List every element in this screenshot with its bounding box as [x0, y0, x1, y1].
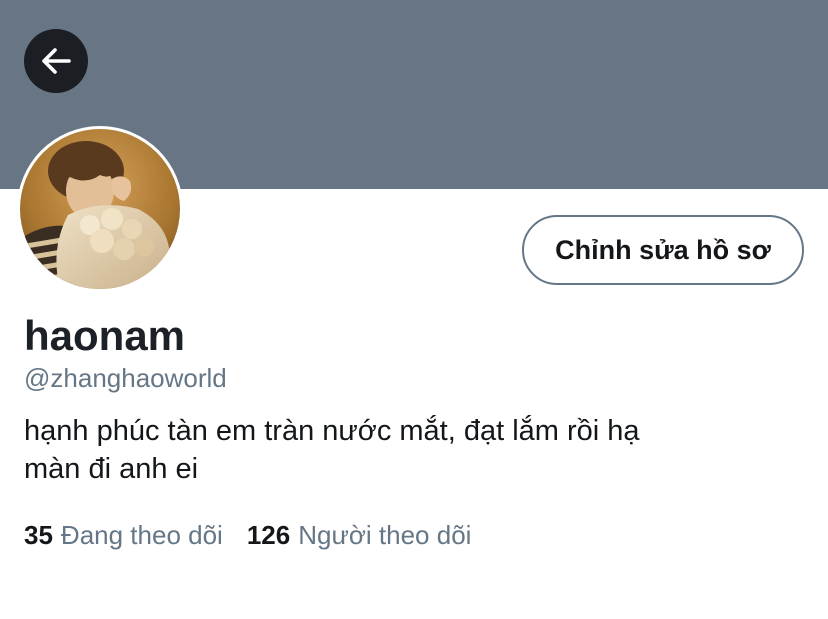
bio-line: hạnh phúc tàn em tràn nước mắt, đạt lắm …	[24, 415, 640, 447]
profile-page: Chỉnh sửa hồ sơ haonam @zhanghaoworld hạ…	[0, 0, 828, 619]
avatar-image	[20, 129, 180, 289]
following-label: Đang theo dõi	[60, 520, 223, 550]
display-name: haonam	[24, 312, 186, 359]
bio: hạnh phúc tàn em tràn nước mắt, đạt lắm …	[24, 412, 784, 488]
avatar[interactable]	[17, 126, 183, 292]
user-handle: @zhanghaoworld	[24, 363, 227, 393]
follow-stats: 35 Đang theo dõi 126 Người theo dõi	[24, 519, 495, 551]
followers-link[interactable]: 126 Người theo dõi	[247, 519, 472, 551]
arrow-left-icon	[38, 43, 74, 79]
followers-label: Người theo dõi	[298, 520, 472, 550]
back-button[interactable]	[24, 29, 88, 93]
edit-profile-button[interactable]: Chỉnh sửa hồ sơ	[522, 215, 804, 285]
followers-count: 126	[246, 520, 291, 550]
following-count: 35	[24, 520, 53, 550]
bio-line: màn đi anh ei	[24, 453, 199, 485]
following-link[interactable]: 35 Đang theo dõi	[24, 519, 223, 551]
